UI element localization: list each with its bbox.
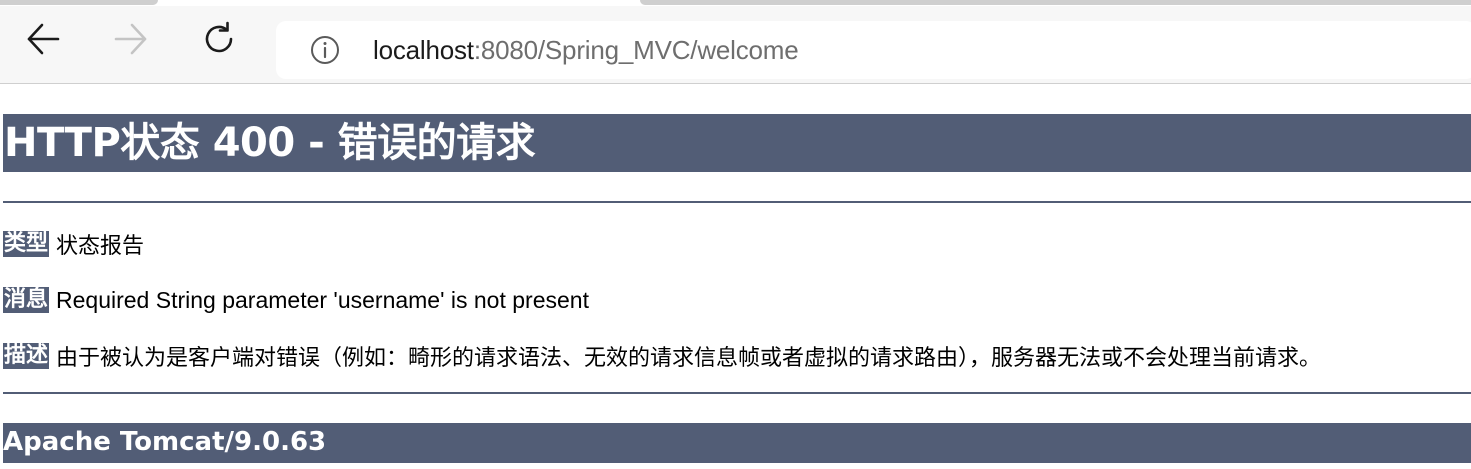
error-title-text: HTTP状态 400 - 错误的请求 (4, 120, 536, 166)
error-type-row: 类型 状态报告 (3, 229, 144, 259)
server-footer: Apache Tomcat/9.0.63 (3, 423, 1471, 463)
browser-toolbar: localhost:8080/Spring_MVC/welcome (0, 6, 1471, 84)
url-text[interactable]: localhost:8080/Spring_MVC/welcome (373, 35, 799, 66)
description-value: 由于被认为是客户端对错误（例如：畸形的请求语法、无效的请求信息帧或者虚拟的请求路… (56, 346, 1322, 371)
description-label: 描述 (3, 343, 50, 369)
back-button[interactable] (21, 17, 65, 61)
divider (3, 392, 1471, 394)
reload-icon (205, 21, 233, 53)
divider (3, 201, 1471, 203)
url-path: :8080/Spring_MVC/welcome (473, 34, 799, 65)
inactive-tab-right[interactable] (640, 0, 1471, 5)
server-version: Apache Tomcat/9.0.63 (3, 427, 327, 457)
forward-button[interactable] (109, 17, 153, 61)
arrow-right-icon (114, 23, 147, 55)
address-bar[interactable]: localhost:8080/Spring_MVC/welcome (276, 21, 1471, 79)
error-description-row: 描述 由于被认为是客户端对错误（例如：畸形的请求语法、无效的请求信息帧或者虚拟的… (3, 341, 1321, 371)
type-label: 类型 (3, 231, 50, 257)
arrow-left-icon (27, 23, 60, 55)
message-label: 消息 (3, 287, 50, 313)
message-value: Required String parameter 'username' is … (56, 286, 589, 313)
type-value: 状态报告 (56, 234, 145, 259)
error-title: HTTP状态 400 - 错误的请求 (3, 114, 1471, 172)
info-icon[interactable] (310, 35, 340, 65)
reload-button[interactable] (197, 17, 241, 61)
error-message-row: 消息 Required String parameter 'username' … (3, 285, 589, 315)
url-host: localhost (373, 34, 474, 65)
inactive-tab-left[interactable] (0, 0, 158, 5)
